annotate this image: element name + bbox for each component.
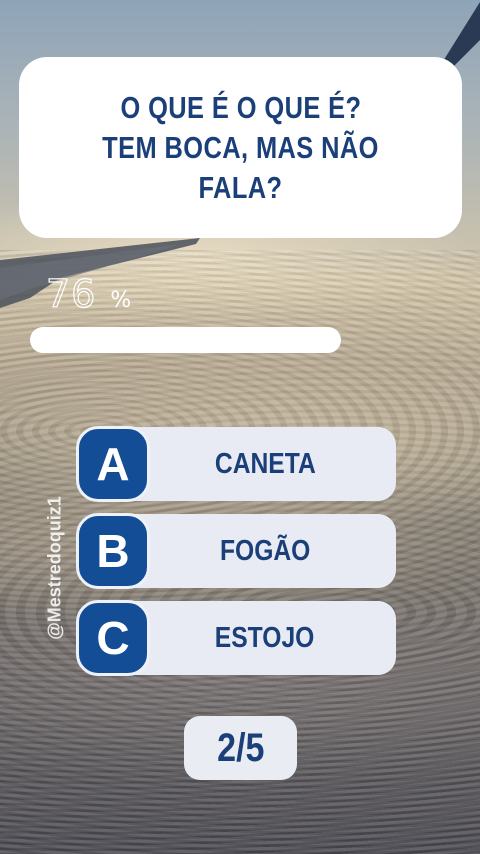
answer-pill[interactable]: CANETA	[134, 427, 396, 501]
watermark: @Mestredoquiz1	[40, 468, 70, 668]
timer-label: 76 %	[45, 271, 132, 316]
answer-letter: C	[96, 612, 130, 664]
watermark-text: @Mestredoquiz1	[44, 496, 65, 640]
answer-option-c[interactable]: ESTOJO C	[76, 600, 396, 678]
answer-label: ESTOJO	[215, 621, 315, 654]
answer-letter-badge[interactable]: C	[76, 600, 150, 676]
question-card: O QUE É O QUE É? TEM BOCA, MAS NÃO FALA?	[19, 57, 462, 238]
answer-letter: B	[96, 525, 130, 577]
question-counter-label: 2/5	[216, 725, 265, 770]
answer-pill[interactable]: ESTOJO	[134, 601, 396, 675]
answer-label: CANETA	[214, 447, 316, 480]
question-counter: 2/5	[184, 716, 297, 780]
progress-bar	[30, 327, 341, 353]
timer-unit: %	[110, 288, 132, 313]
answer-label: FOGÃO	[219, 534, 311, 567]
answer-letter-badge[interactable]: A	[76, 426, 150, 502]
answer-letter-badge[interactable]: B	[76, 513, 150, 589]
answer-option-a[interactable]: CANETA A	[76, 426, 396, 504]
progress-fill	[30, 327, 341, 353]
answer-pill[interactable]: FOGÃO	[134, 514, 396, 588]
question-line-1: O QUE É O QUE É?	[119, 89, 362, 125]
timer-value: 76	[45, 271, 97, 316]
answer-option-b[interactable]: FOGÃO B	[76, 513, 396, 591]
answer-letter: A	[96, 438, 130, 490]
question-line-2: TEM BOCA, MAS NÃO FALA?	[102, 129, 379, 205]
